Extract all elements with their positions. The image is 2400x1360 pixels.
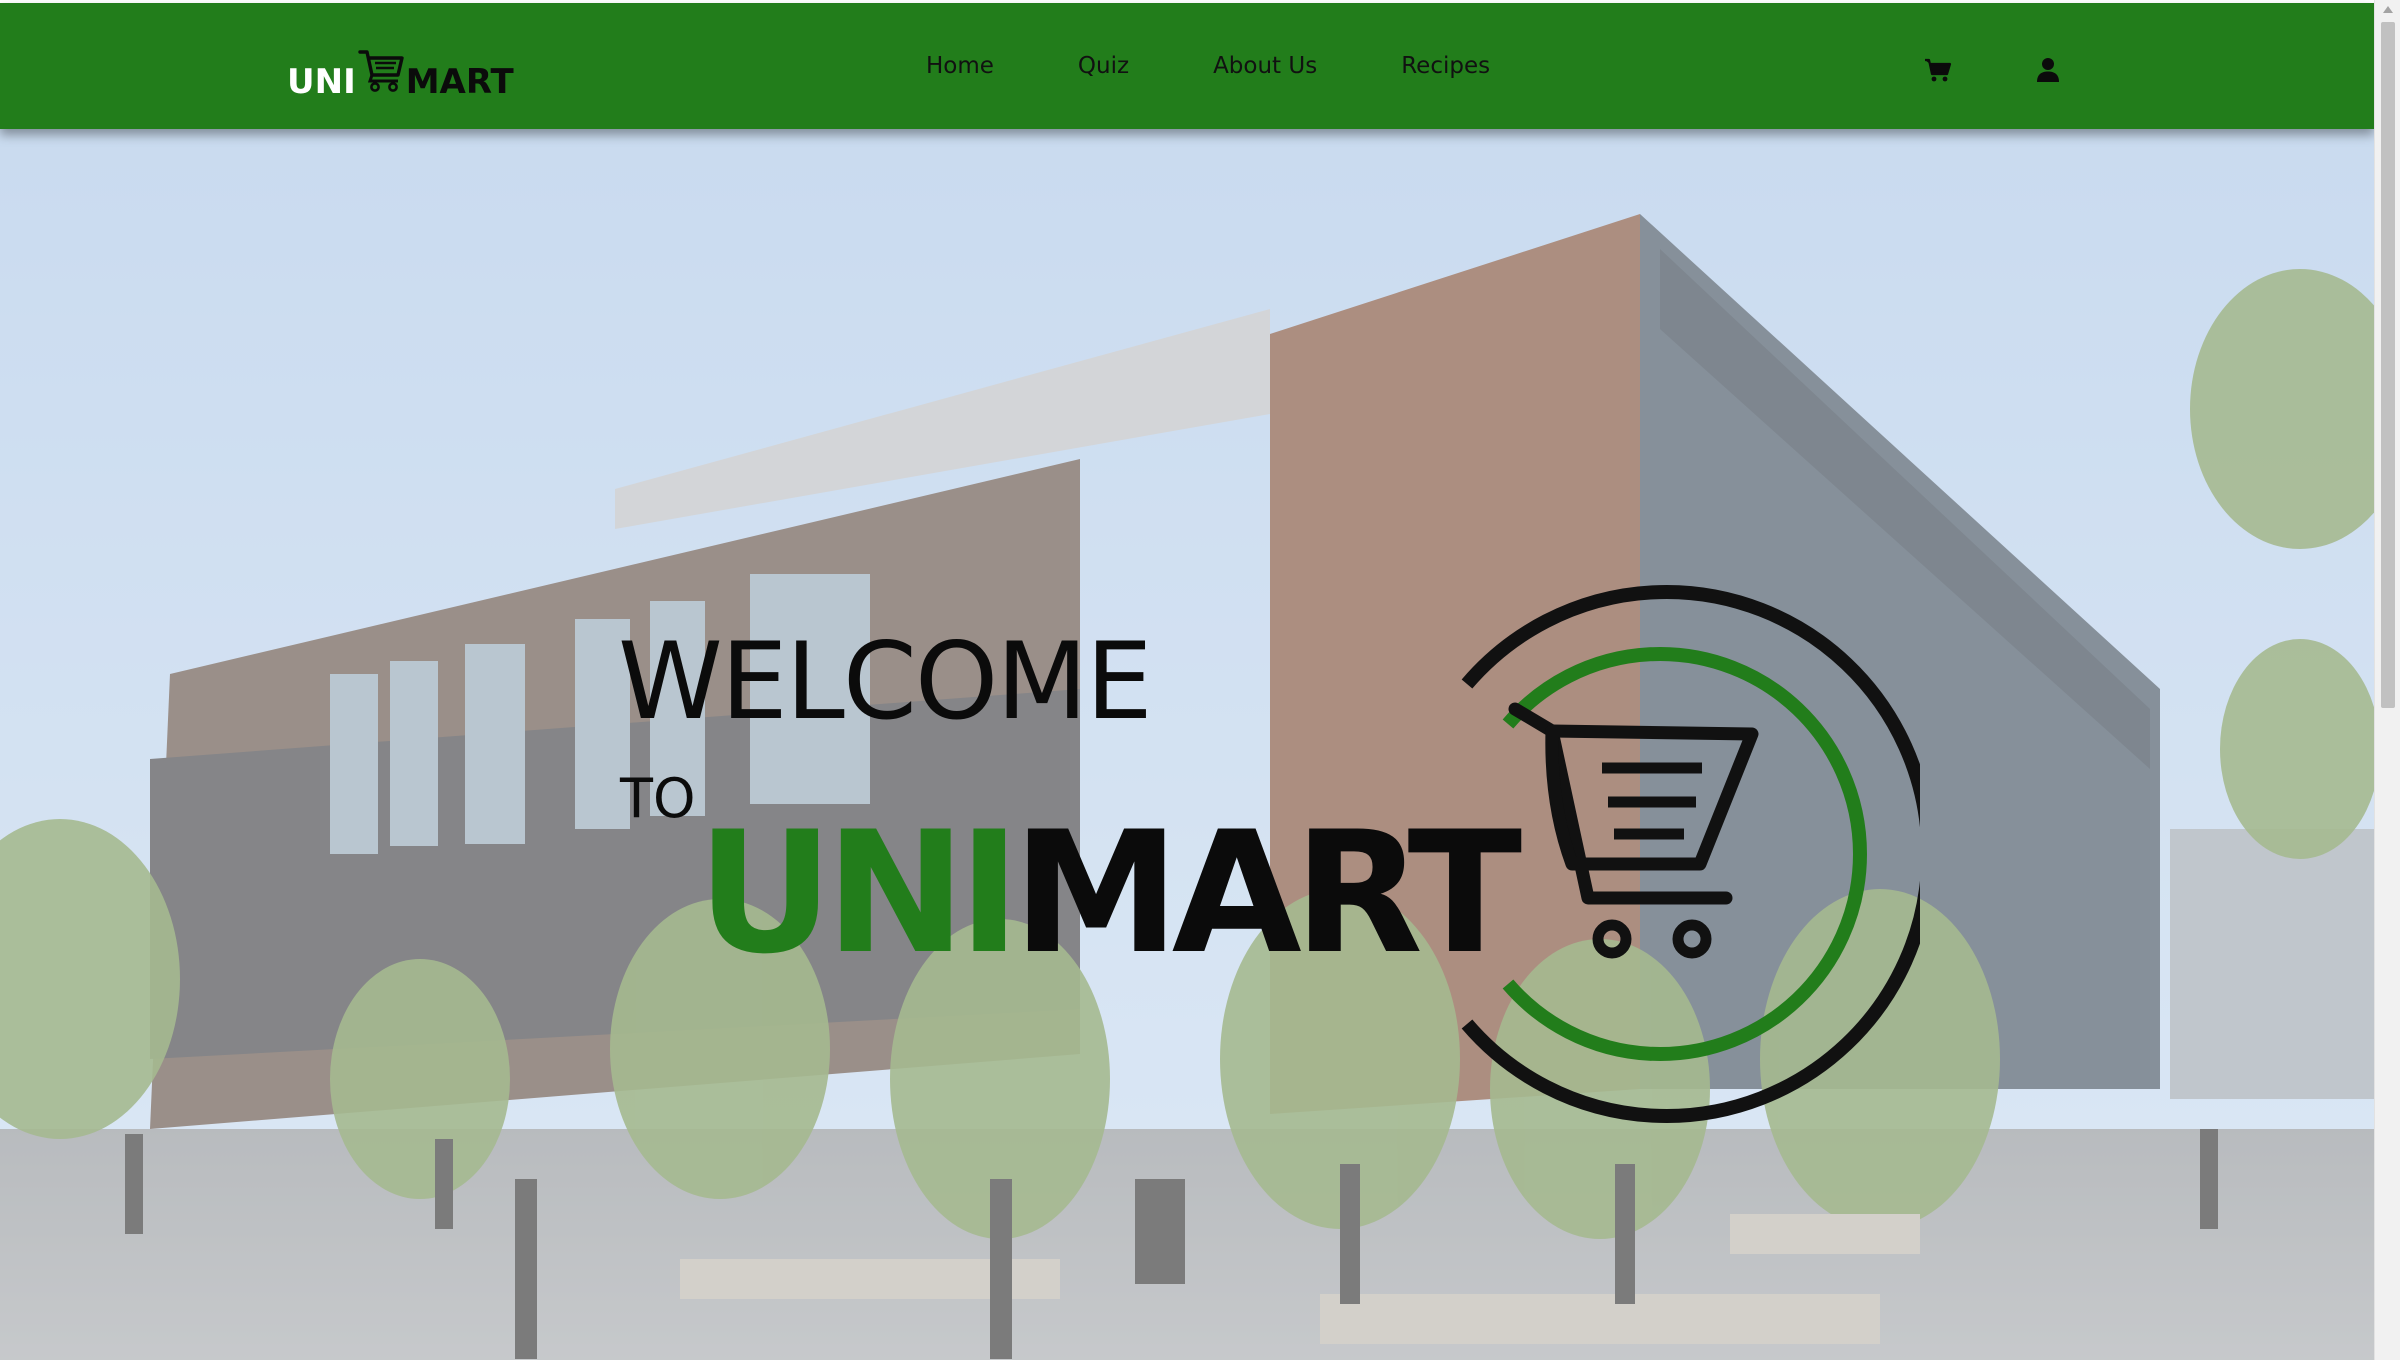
- hero-welcome-text: WELCOME: [618, 620, 1153, 743]
- nav-link-about-us[interactable]: About Us: [1213, 53, 1317, 79]
- site-logo[interactable]: UNI MART: [287, 39, 514, 99]
- scrollbar-thumb[interactable]: [2381, 22, 2395, 708]
- scroll-up-arrow-icon[interactable]: [2375, 0, 2400, 18]
- top-navbar: UNI MART Home Quiz About Us Recipes: [0, 3, 2374, 129]
- main-nav: Home Quiz About Us Recipes: [926, 3, 1490, 129]
- hero-brand-uni: UNI: [697, 795, 1021, 991]
- hero-brand-title: UNIMART: [697, 809, 1522, 977]
- cart-icon[interactable]: [1924, 56, 1952, 84]
- user-icon[interactable]: [2034, 56, 2062, 84]
- logo-text-uni: UNI: [287, 62, 356, 102]
- nav-link-recipes[interactable]: Recipes: [1401, 53, 1490, 79]
- page-scrollbar[interactable]: [2374, 0, 2400, 1360]
- hero-to-text: TO: [620, 767, 696, 830]
- nav-link-quiz[interactable]: Quiz: [1078, 53, 1129, 79]
- cart-icon: [358, 50, 404, 92]
- hero-brand-mart: MART: [1012, 795, 1523, 991]
- page-viewport: UNI MART Home Quiz About Us Recipes WELC…: [0, 0, 2374, 1360]
- hero-section: WELCOME TO UNIMART: [0, 129, 2374, 1360]
- nav-link-home[interactable]: Home: [926, 53, 994, 79]
- shopping-cart-ring-icon: [1461, 585, 1920, 1123]
- hero-overlay: [0, 129, 2374, 1360]
- logo-text-mart: MART: [405, 62, 514, 102]
